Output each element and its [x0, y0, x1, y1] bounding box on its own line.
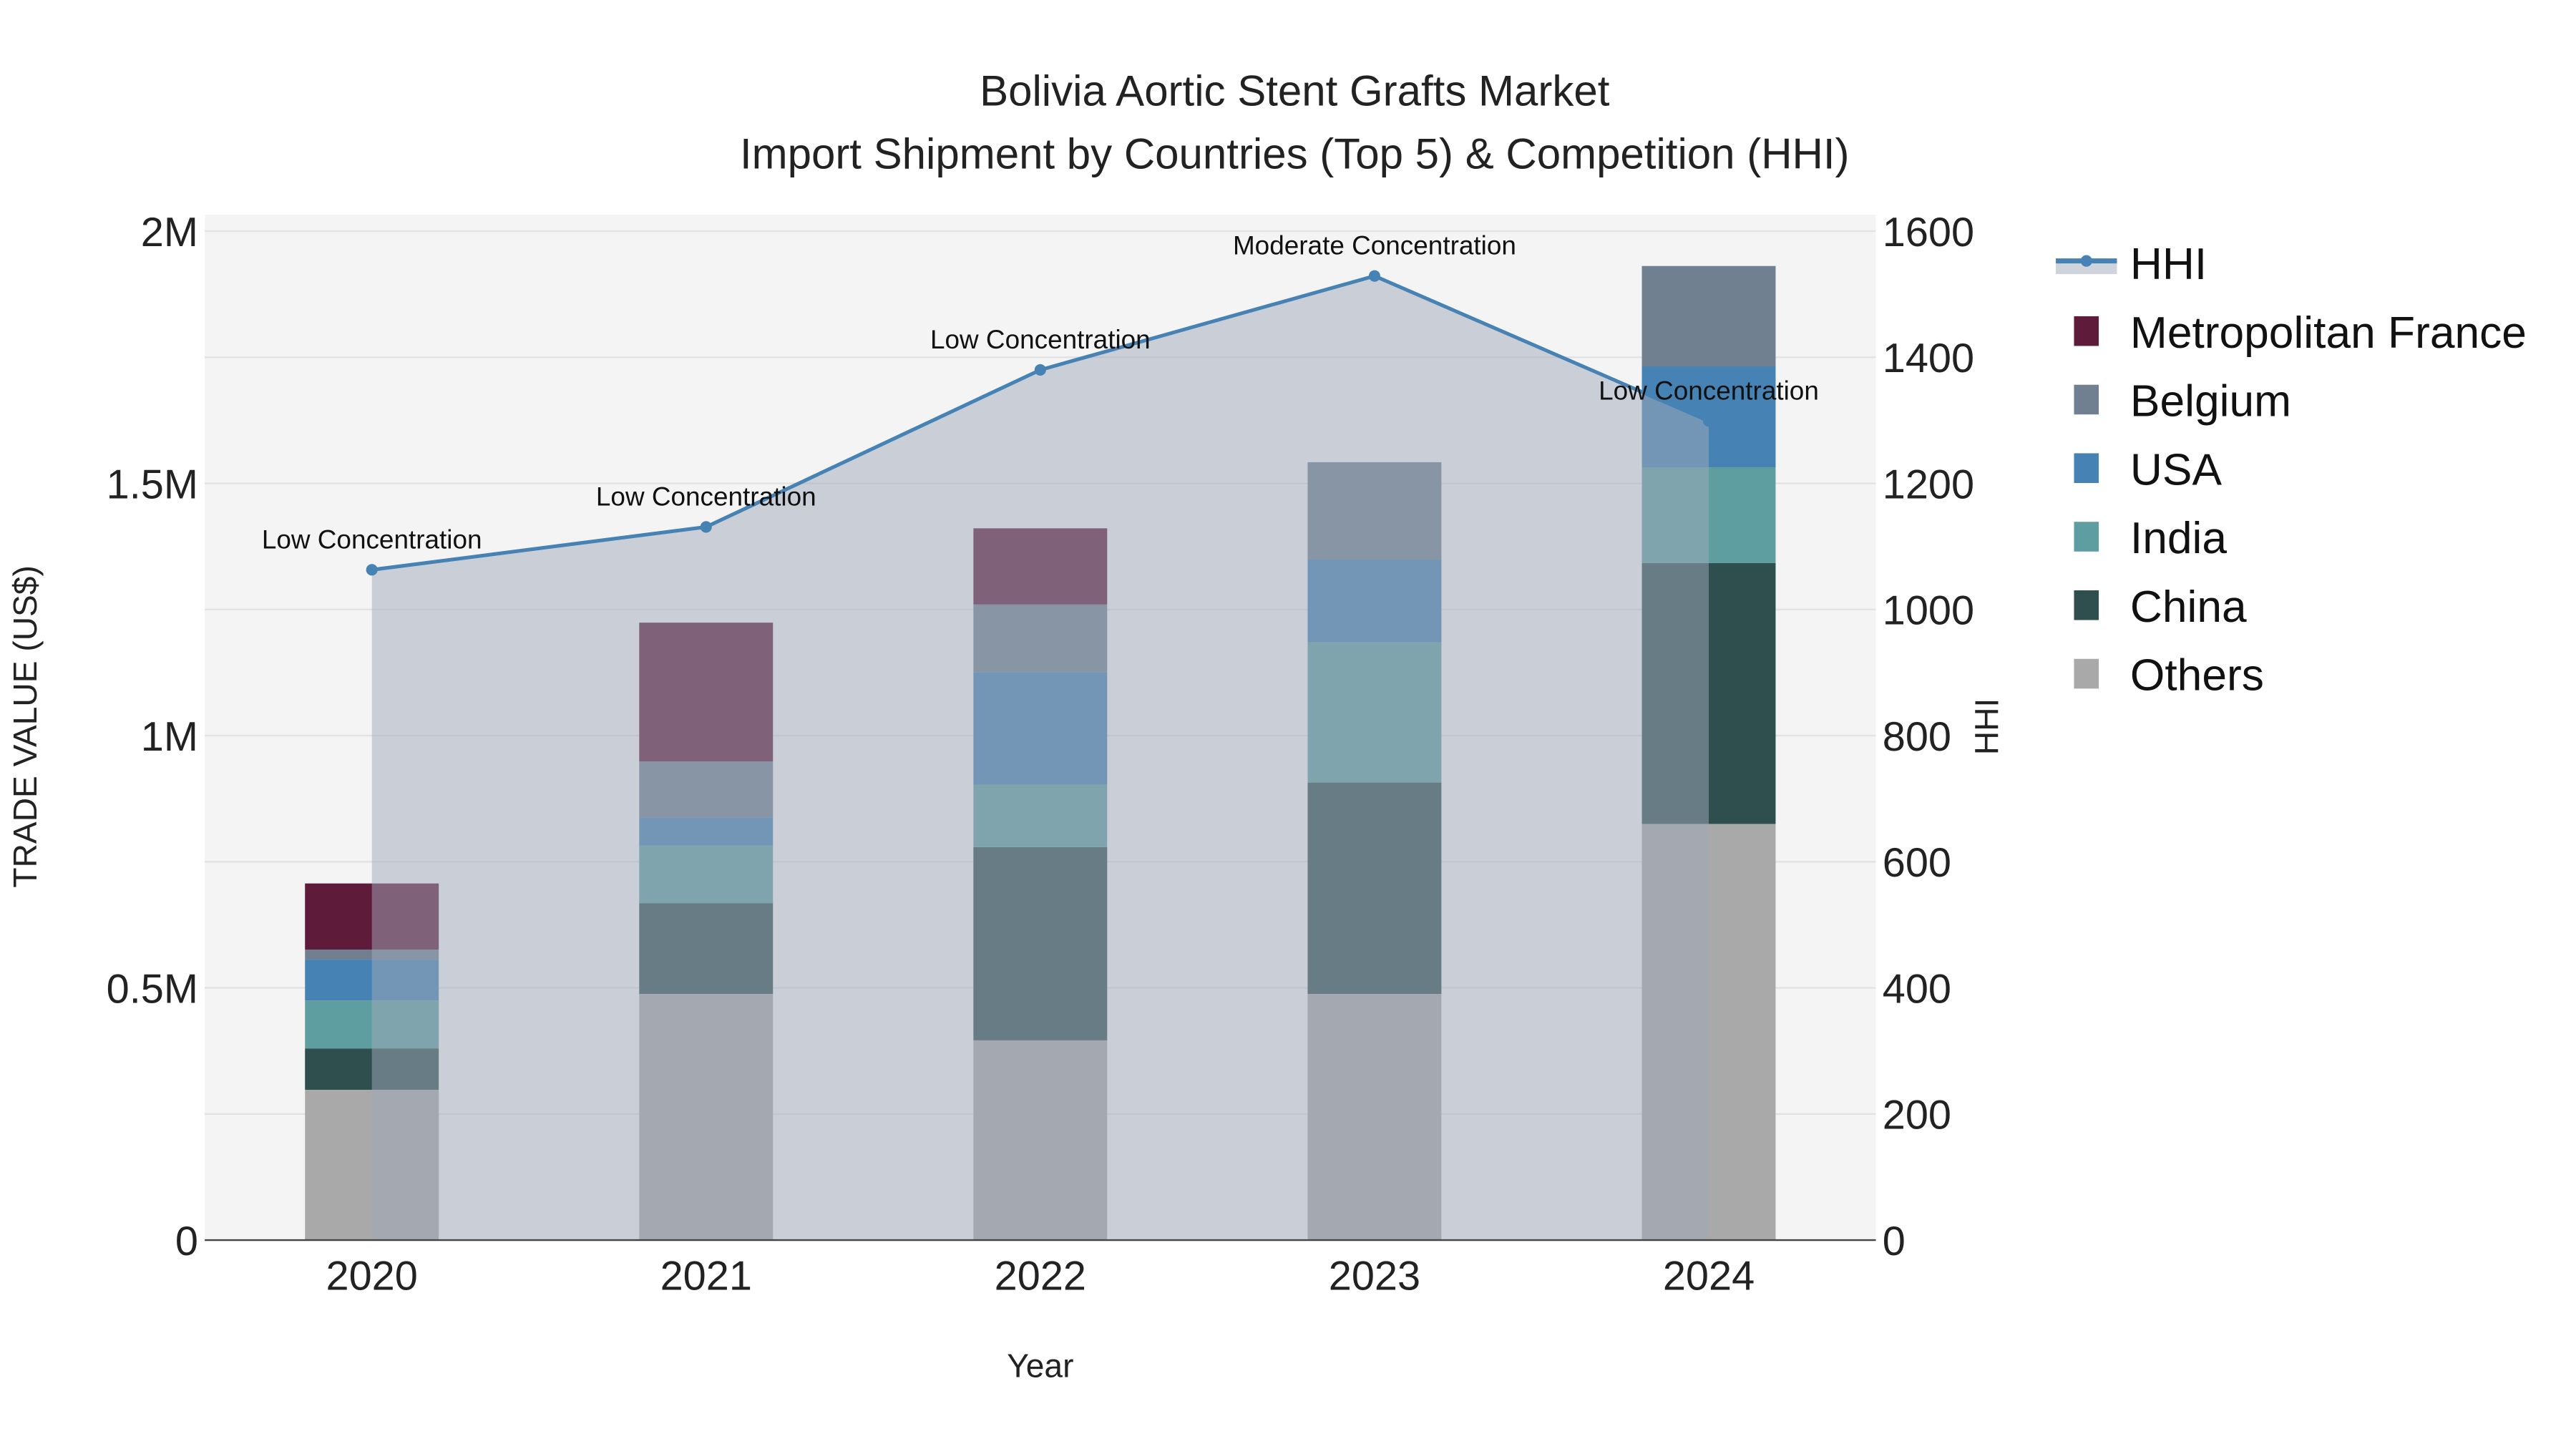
x-tick-label: 2024 [1663, 1253, 1755, 1299]
legend-item-belgium[interactable]: Belgium [2074, 377, 2291, 426]
chart-subtitle: Import Shipment by Countries (Top 5) & C… [740, 130, 1850, 177]
y2-axis-title: HHI [1968, 698, 2005, 755]
legend-swatch [2074, 658, 2099, 689]
legend-item-metropolitan-france[interactable]: Metropolitan France [2074, 308, 2527, 358]
legend-item-china[interactable]: China [2074, 582, 2247, 632]
legend-item-india[interactable]: India [2074, 514, 2227, 563]
y2-tick-label: 1400 [1883, 336, 1974, 381]
hhi-annotation: Low Concentration [930, 325, 1151, 354]
y2-tick-label: 0 [1883, 1219, 1906, 1264]
x-axis-title: Year [1007, 1347, 1073, 1385]
hhi-point-2020 [366, 564, 378, 576]
legend: HHI Metropolitan France Belgium USA India Chi… [2056, 240, 2527, 701]
legend-item-others[interactable]: Others [2074, 651, 2264, 701]
legend-label: China [2130, 582, 2247, 632]
y-tick-label: 0.5M [107, 966, 198, 1012]
y-tick-label: 1M [141, 714, 198, 760]
legend-label: India [2130, 514, 2227, 563]
legend-swatch [2074, 453, 2099, 483]
y2-tick-label: 800 [1883, 714, 1951, 760]
y2-tick-label: 400 [1883, 966, 1951, 1012]
bar-belgium-2024 [1641, 265, 1776, 367]
legend-label: HHI [2130, 240, 2207, 289]
hhi-point-2022 [1034, 364, 1046, 376]
hhi-point-2023 [1368, 270, 1380, 282]
y-tick-label: 1.5M [107, 462, 198, 507]
legend-swatch [2074, 590, 2099, 620]
y2-tick-label: 1000 [1883, 588, 1974, 634]
y2-tick-label: 1200 [1883, 462, 1974, 507]
x-tick-label: 2020 [326, 1253, 418, 1299]
x-tick-label: 2021 [660, 1253, 752, 1299]
chart: Low Concentration Low Concentration Low Co… [6, 67, 2527, 1385]
y-axis-title: TRADE VALUE (US$) [6, 565, 44, 887]
legend-swatch [2074, 522, 2099, 552]
legend-item-usa[interactable]: USA [2074, 445, 2222, 494]
hhi-annotation: Low Concentration [1599, 376, 1819, 405]
legend-swatch [2074, 384, 2099, 415]
hhi-legend-marker [2080, 255, 2092, 267]
hhi-annotation: Low Concentration [262, 525, 482, 554]
hhi-point-2024 [1702, 415, 1715, 427]
x-tick-label: 2022 [995, 1253, 1086, 1299]
y-tick-label: 2M [141, 210, 198, 255]
legend-label: Others [2130, 651, 2264, 701]
chart-title: Bolivia Aortic Stent Grafts Market [980, 67, 1610, 115]
hhi-point-2021 [700, 521, 712, 533]
x-tick-label: 2023 [1329, 1253, 1420, 1299]
legend-swatch [2074, 316, 2099, 346]
hhi-annotation: Low Concentration [596, 482, 816, 511]
y2-tick-label: 200 [1883, 1093, 1951, 1138]
y2-tick-label: 1600 [1883, 210, 1974, 255]
legend-label: Metropolitan France [2130, 308, 2527, 358]
y2-tick-label: 600 [1883, 840, 1951, 886]
y-tick-label: 0 [175, 1219, 198, 1264]
legend-label: Belgium [2130, 377, 2291, 426]
legend-label: USA [2130, 445, 2223, 494]
legend-item-hhi[interactable]: HHI [2056, 240, 2207, 289]
hhi-annotation: Moderate Concentration [1233, 231, 1516, 260]
